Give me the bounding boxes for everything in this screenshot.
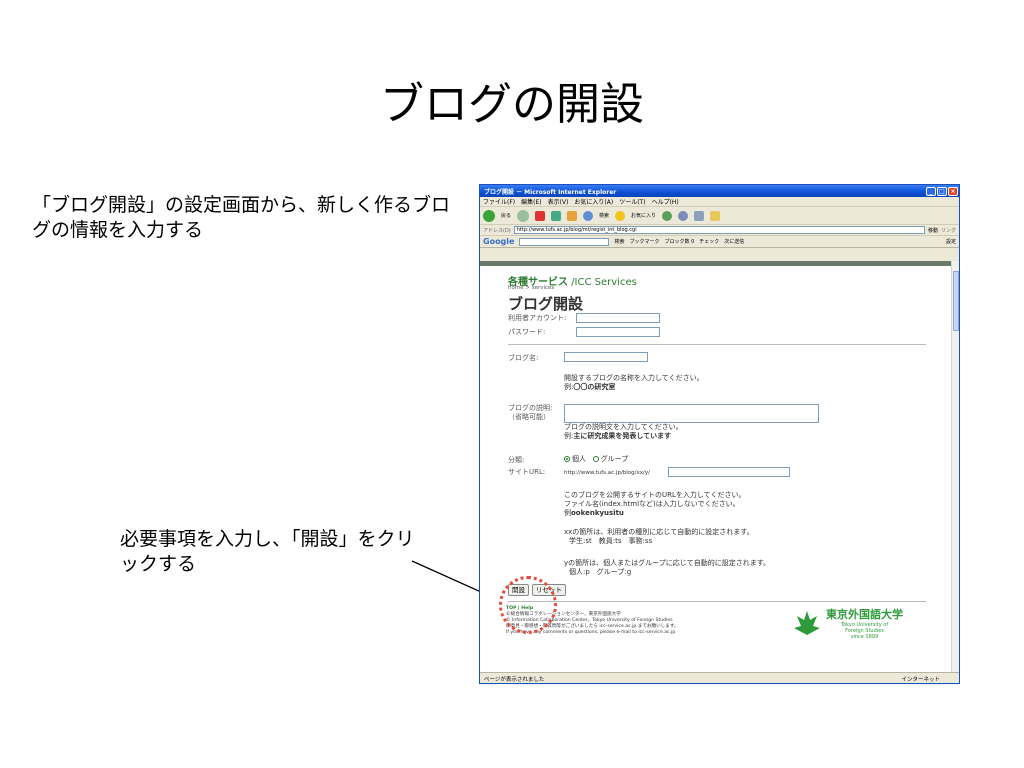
desc-label: ブログの説明: （省略可能） — [508, 404, 552, 422]
address-input[interactable]: http://www.tufs.ac.jp/blog/mt/regist_int… — [513, 226, 925, 234]
minimize-button[interactable]: _ — [926, 186, 936, 196]
home-icon[interactable] — [567, 210, 578, 221]
university-logo: 東京外国語大学 Tokyo University of Foreign Stud… — [792, 606, 903, 640]
favorites-star-icon[interactable] — [615, 210, 626, 221]
address-bar: アドレス(D) http://www.tufs.ac.jp/blog/mt/re… — [480, 225, 959, 236]
blogname-hint-example: 〇〇の研究室 — [573, 383, 616, 391]
menu-help[interactable]: ヘルプ(H) — [652, 197, 679, 206]
url-hint-line2: ファイル名(index.htmlなど)は入力しないでください。 — [564, 500, 740, 508]
menu-view[interactable]: 表示(V) — [548, 197, 569, 206]
stop-icon[interactable] — [535, 210, 546, 221]
links-label[interactable]: リンク — [941, 227, 956, 234]
blogname-hint-prefix: 例: — [564, 383, 574, 391]
desc-textarea[interactable] — [564, 404, 819, 423]
url-hint: このブログを公開するサイトのURLを入力してください。 ファイル名(index.… — [564, 491, 745, 518]
university-since: since 1899 — [850, 634, 879, 640]
xx-hint-line2: 学生:st 教員:ts 事務:ss — [569, 537, 653, 545]
google-popup-blocked[interactable]: ブロック数 0 — [664, 238, 694, 245]
radio-group[interactable] — [592, 456, 599, 462]
history-icon[interactable] — [662, 210, 673, 221]
slide-title: ブログの開設 — [380, 79, 644, 130]
siteurl-label: サイトURL: — [508, 468, 546, 476]
url-hint-example: ookenkyusitu — [571, 509, 624, 517]
password-label: パスワード: — [508, 328, 546, 336]
menu-file[interactable]: ファイル(F) — [483, 197, 515, 206]
menu-bar: ファイル(F) 編集(E) 表示(V) お気に入り(A) ツール(T) ヘルプ(… — [480, 197, 959, 207]
xx-hint-line1: xxの箇所は、利用者の種別に応じて自動的に設定されます。 — [564, 528, 754, 536]
desc-hint-prefix: 例: — [564, 432, 574, 440]
vertical-scrollbar[interactable] — [951, 261, 959, 672]
favorites-label[interactable]: お気に入り — [631, 212, 656, 219]
menu-tools[interactable]: ツール(T) — [619, 197, 645, 206]
password-input[interactable] — [576, 327, 660, 337]
forward-icon[interactable] — [517, 209, 530, 222]
blogname-hint-line1: 開設するブログの名称を入力してください。 — [564, 374, 704, 382]
footer-divider — [508, 601, 926, 602]
back-icon[interactable] — [483, 209, 495, 222]
google-check-button[interactable]: チェック — [699, 238, 719, 245]
divider — [508, 344, 926, 345]
standard-toolbar: 戻る 検索 お気に入り — [480, 207, 959, 225]
print-icon[interactable] — [694, 210, 705, 221]
url-hint-line1: このブログを公開するサイトのURLを入力してください。 — [564, 491, 746, 499]
xx-hint: xxの箇所は、利用者の種別に応じて自動的に設定されます。 学生:st 教員:ts… — [564, 528, 754, 546]
breadcrumb[interactable]: home > services — [508, 285, 554, 291]
scrollbar-thumb[interactable] — [953, 271, 959, 331]
radio-group-label[interactable]: グループ — [601, 455, 629, 463]
search-label[interactable]: 検索 — [599, 212, 609, 219]
y-hint-line1: yの箇所は、個人またはグループに応じて自動的に設定されます。 — [564, 559, 771, 567]
class-options: 個人 グループ — [564, 455, 628, 464]
google-toolbar: Google 検索 ブックマーク ブロック数 0 チェック 次に送信 設定 — [480, 236, 959, 248]
status-bar: ページが表示されました インターネット — [480, 672, 959, 683]
zone-indicator: インターネット — [901, 676, 940, 683]
siteurl-input[interactable] — [668, 467, 790, 477]
desc-label-line1: ブログの説明: — [508, 404, 553, 412]
desc-hint-example: 主に研究成果を発表しています — [573, 432, 672, 440]
google-settings-button[interactable]: 設定 — [946, 238, 956, 245]
blogname-hint: 開設するブログの名称を入力してください。 例:〇〇の研究室 — [564, 374, 704, 392]
account-input[interactable] — [576, 313, 660, 323]
back-label[interactable]: 戻る — [501, 212, 511, 219]
window-title: ブログ開設 － Microsoft Internet Explorer — [484, 188, 617, 196]
google-logo[interactable]: Google — [483, 237, 514, 246]
menu-favorites[interactable]: お気に入り(A) — [574, 197, 613, 206]
url-hint-prefix: 例 — [564, 509, 571, 517]
services-en: /ICC Services — [571, 277, 637, 288]
window-titlebar: ブログ開設 － Microsoft Internet Explorer _ □ … — [480, 185, 959, 197]
radio-personal[interactable] — [564, 456, 570, 462]
siteurl-prefix: http://www.tufs.ac.jp/blog/xx/y/ — [564, 470, 650, 476]
go-button[interactable]: 移動 — [928, 227, 938, 234]
desc-label-line2: （省略可能） — [508, 413, 550, 421]
google-bookmark-button[interactable]: ブックマーク — [629, 238, 659, 245]
highlight-circle — [499, 576, 557, 634]
radio-personal-label[interactable]: 個人 — [572, 455, 586, 463]
desc-hint-line1: ブログの説明文を入力してください。 — [564, 423, 683, 431]
refresh-icon[interactable] — [551, 210, 562, 221]
university-emblem-icon — [794, 611, 820, 635]
instruction-note: 必要事項を入力し、「開設」をクリックする — [120, 528, 415, 575]
folder-icon[interactable] — [710, 210, 721, 221]
y-hint: yの箇所は、個人またはグループに応じて自動的に設定されます。 個人:p グループ… — [564, 559, 770, 577]
desc-hint: ブログの説明文を入力してください。 例:主に研究成果を発表しています — [564, 423, 683, 441]
blogname-label: ブログ名: — [508, 354, 539, 362]
google-search-button[interactable]: 検索 — [614, 238, 624, 245]
page-title: ブログ開設 — [508, 295, 584, 313]
class-label: 分類: — [508, 456, 525, 464]
google-search-input[interactable] — [519, 237, 610, 246]
menu-edit[interactable]: 編集(E) — [521, 197, 541, 206]
mail-icon[interactable] — [678, 210, 689, 221]
close-button[interactable]: × — [948, 186, 958, 196]
blogname-input[interactable] — [564, 352, 648, 362]
address-label: アドレス(D) — [483, 227, 511, 234]
university-name: 東京外国語大学 — [826, 608, 903, 621]
status-text: ページが表示されました — [484, 676, 545, 683]
account-label: 利用者アカウント: — [508, 314, 567, 322]
y-hint-line2: 個人:p グループ:g — [569, 568, 632, 576]
maximize-button[interactable]: □ — [937, 186, 947, 196]
search-icon[interactable] — [583, 210, 594, 221]
google-send-button[interactable]: 次に送信 — [724, 238, 744, 245]
header-strip — [480, 261, 951, 266]
intro-text: 「ブログ開設」の設定画面から、新しく作るブログの情報を入力する — [32, 194, 451, 241]
